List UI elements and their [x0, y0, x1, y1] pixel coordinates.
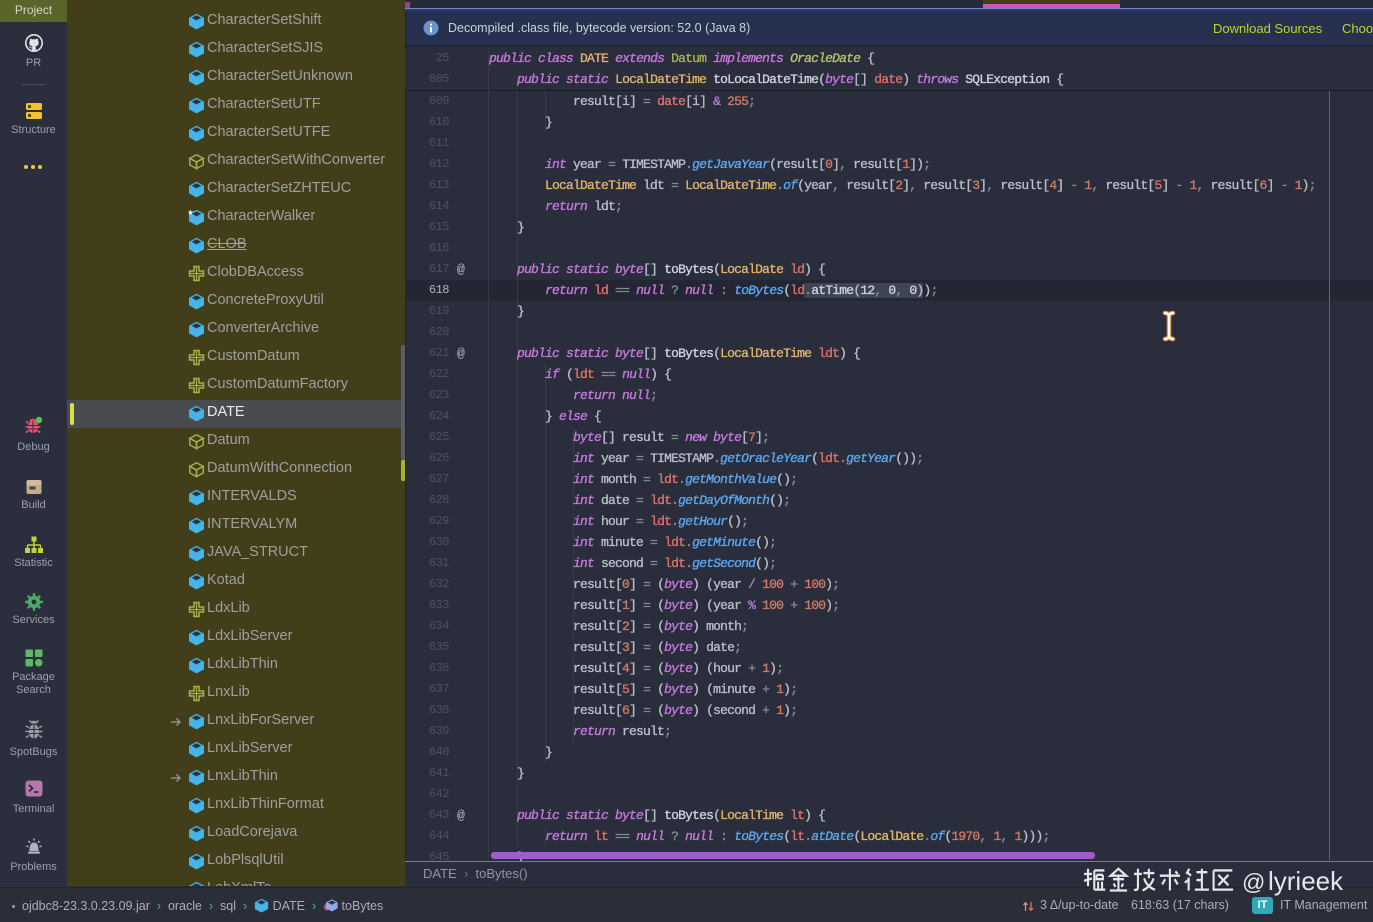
- svg-text:lyrieek: lyrieek: [1268, 867, 1344, 896]
- svg-text:@: @: [1242, 869, 1265, 895]
